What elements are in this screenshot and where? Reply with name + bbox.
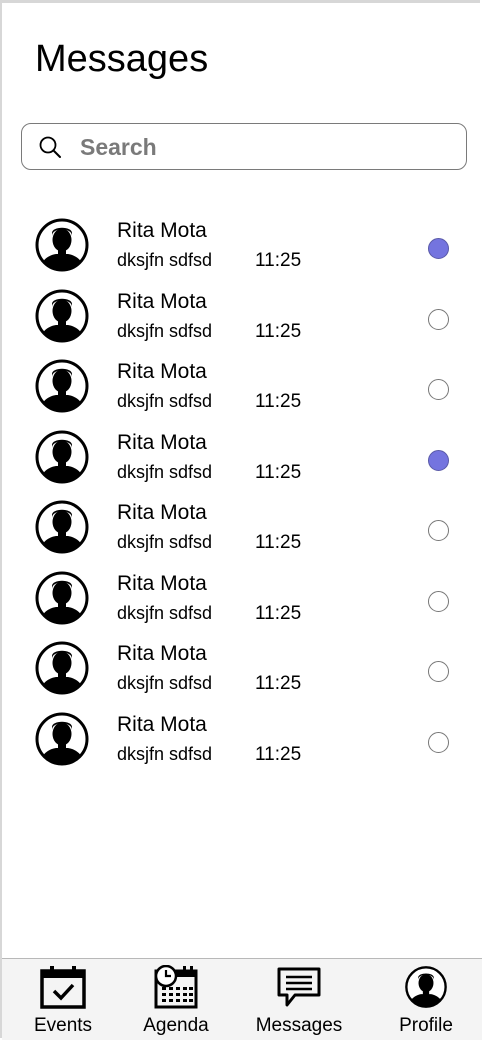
avatar xyxy=(35,430,89,483)
message-preview: dksjfn sdfsd xyxy=(117,743,213,764)
message-row[interactable]: Rita Mota dksjfn sdfsd 11:25 xyxy=(2,421,482,492)
message-preview: dksjfn sdfsd xyxy=(117,673,213,693)
message-preview: dksjfn sdfsd xyxy=(117,532,213,552)
message-preview: dksjfn sdfsd xyxy=(117,461,213,482)
message-preview: dksjfn sdfsd xyxy=(117,320,213,341)
tab-messages-label: Messages xyxy=(255,1015,343,1036)
avatar xyxy=(35,289,89,342)
read-indicator[interactable] xyxy=(428,379,449,400)
read-indicator[interactable] xyxy=(428,731,449,753)
search-input[interactable] xyxy=(78,130,452,164)
bottom-tab-bar: Events Agenda Messages Profile xyxy=(2,958,482,1040)
tab-agenda[interactable]: Agenda xyxy=(132,965,220,1039)
message-row[interactable]: Rita Mota dksjfn sdfsd 11:25 xyxy=(2,562,482,633)
tab-messages[interactable]: Messages xyxy=(246,965,352,1039)
contact-name: Rita Mota xyxy=(117,501,207,524)
read-indicator[interactable] xyxy=(428,308,449,330)
chat-bubble-icon xyxy=(277,967,321,1007)
contact-name: Rita Mota xyxy=(117,571,207,595)
read-indicator[interactable] xyxy=(428,520,449,541)
message-preview: dksjfn sdfsd xyxy=(117,250,213,270)
message-time: 11:25 xyxy=(255,602,302,624)
unread-indicator[interactable] xyxy=(428,238,449,259)
contact-name: Rita Mota xyxy=(117,430,207,454)
page-title: Messages xyxy=(35,38,209,80)
message-time: 11:25 xyxy=(255,461,302,483)
tab-profile-label: Profile xyxy=(399,1015,453,1036)
avatar xyxy=(35,359,89,413)
search-bar[interactable] xyxy=(21,123,467,170)
avatar xyxy=(35,500,89,554)
calendar-check-icon xyxy=(40,966,86,1009)
message-time: 11:25 xyxy=(255,391,302,412)
tab-profile[interactable]: Profile xyxy=(386,965,466,1039)
message-row[interactable]: Rita Mota dksjfn sdfsd 11:25 xyxy=(2,703,482,774)
read-indicator[interactable] xyxy=(428,661,449,682)
message-row[interactable]: Rita Mota dksjfn sdfsd 11:25 xyxy=(2,632,482,703)
avatar xyxy=(35,218,89,272)
contact-name: Rita Mota xyxy=(117,219,207,242)
message-row[interactable]: Rita Mota dksjfn sdfsd 11:25 xyxy=(2,350,482,421)
contact-name: Rita Mota xyxy=(117,712,207,736)
contact-name: Rita Mota xyxy=(117,642,207,665)
search-icon xyxy=(39,136,61,158)
message-row[interactable]: Rita Mota dksjfn sdfsd 11:25 xyxy=(2,491,482,562)
avatar xyxy=(35,641,89,695)
message-time: 11:25 xyxy=(255,250,302,271)
app-frame: Messages Rita Mota dksjfn sdfsd 11:25 xyxy=(0,0,480,1038)
message-preview: dksjfn sdfsd xyxy=(117,602,213,623)
message-preview: dksjfn sdfsd xyxy=(117,391,213,411)
message-time: 11:25 xyxy=(255,532,302,553)
avatar xyxy=(35,571,89,624)
calendar-clock-icon xyxy=(154,965,198,1009)
read-indicator[interactable] xyxy=(428,590,449,612)
tab-agenda-label: Agenda xyxy=(143,1015,209,1036)
tab-events[interactable]: Events xyxy=(24,965,102,1039)
message-time: 11:25 xyxy=(255,743,302,765)
unread-indicator[interactable] xyxy=(428,449,449,471)
avatar xyxy=(35,712,89,765)
message-list: Rita Mota dksjfn sdfsd 11:25 Rita Mota d… xyxy=(2,209,482,773)
contact-name: Rita Mota xyxy=(117,289,207,313)
tab-events-label: Events xyxy=(33,1015,93,1036)
user-avatar-icon xyxy=(405,966,447,1008)
message-time: 11:25 xyxy=(255,673,302,694)
message-row[interactable]: Rita Mota dksjfn sdfsd 11:25 xyxy=(2,280,482,351)
message-row[interactable]: Rita Mota dksjfn sdfsd 11:25 xyxy=(2,209,482,280)
message-time: 11:25 xyxy=(255,320,302,342)
contact-name: Rita Mota xyxy=(117,360,207,383)
